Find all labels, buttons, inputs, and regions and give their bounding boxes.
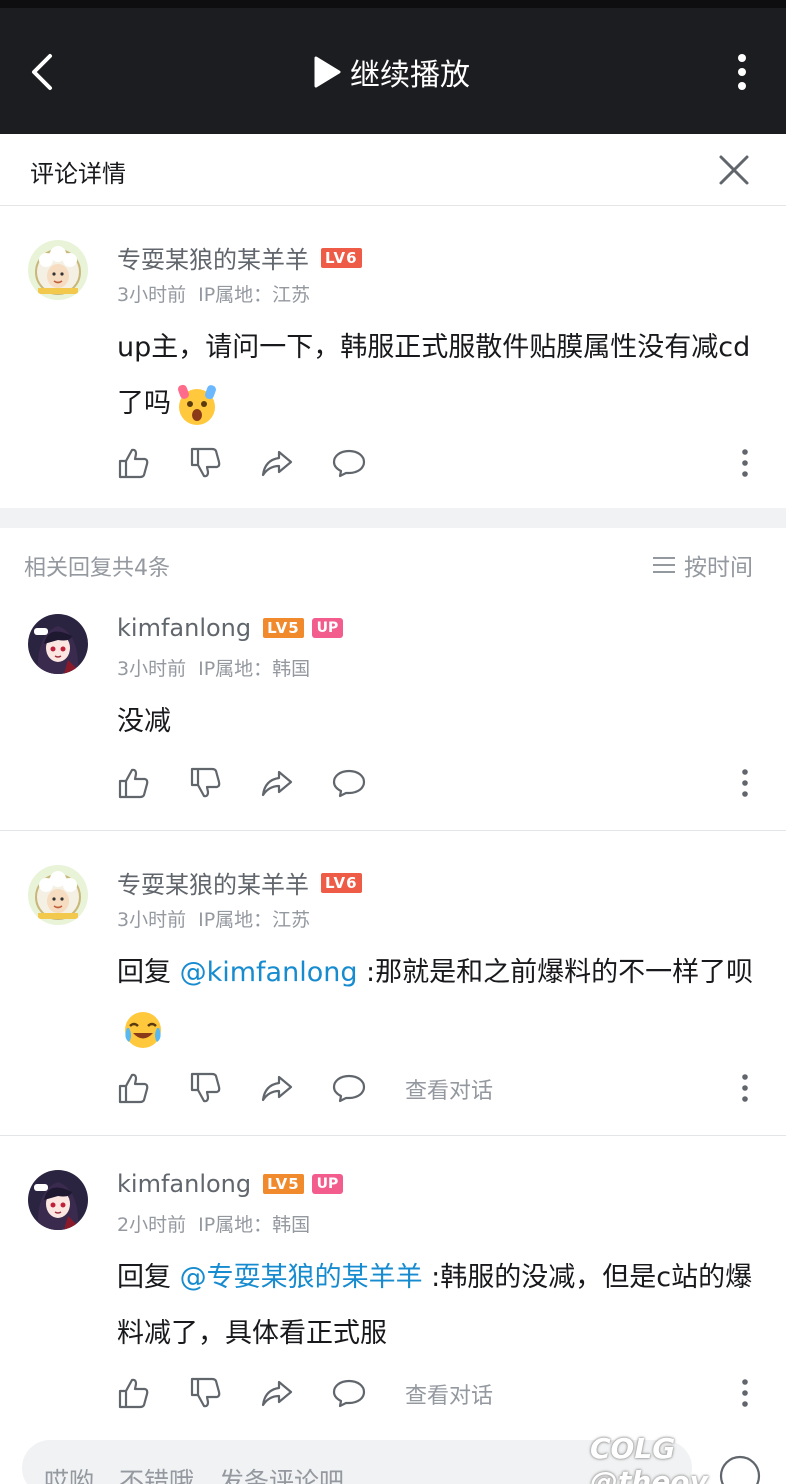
reply-prefix: 回复 [117,1262,180,1293]
sort-button[interactable]: 按时间 [652,548,753,582]
page-title: 评论详情 [30,160,126,188]
comment-time: 3小时前 [117,284,187,306]
replies-header: 相关回复共4条 按时间 [0,528,786,598]
level-badge: LV5 [263,1174,304,1194]
reply-item: kimfanlong LV5 UP 2小时前 IP属地：韩国 回复 @专耍某狼的某… [0,1136,786,1436]
play-icon [314,56,341,88]
like-icon[interactable] [117,1376,151,1410]
sort-icon [653,557,675,573]
dislike-icon[interactable] [189,1376,223,1410]
continue-play-label: 继续播放 [350,58,470,93]
reply-icon[interactable] [332,1376,366,1410]
comment-text: 没减 [117,694,757,750]
level-badge: LV6 [321,872,362,893]
like-icon[interactable] [117,446,151,480]
crying-laugh-emoji-icon [125,1011,161,1048]
avatar[interactable] [28,614,88,674]
view-conversation-link[interactable]: 查看对话 [405,1378,493,1410]
sort-label: 按时间 [684,555,753,581]
comment-time: 2小时前 [117,1214,187,1236]
username[interactable]: kimfanlong [117,614,251,642]
share-icon[interactable] [260,1376,294,1410]
back-icon[interactable] [22,48,66,96]
shocked-emoji-icon [177,384,216,425]
watermark: COLG @theoy [590,1432,708,1484]
comment-body: :那就是和之前爆料的不一样了呗 [357,957,754,988]
reply-item: 专耍某狼的某羊羊 LV6 3小时前 IP属地：江苏 回复 @kimfanlong … [0,831,786,1135]
more-icon[interactable] [735,766,755,800]
comment-text: 回复 @专耍某狼的某羊羊 :韩服的没减，但是c站的爆料减了，具体看正式服 [117,1250,757,1362]
share-icon[interactable] [260,1071,294,1105]
level-badge: LV6 [321,247,362,268]
comment-actions: 查看对话 [117,1071,777,1111]
reply-prefix: 回复 [117,957,180,988]
like-icon[interactable] [117,766,151,800]
section-divider [0,508,786,528]
ip-location: IP属地：韩国 [198,658,311,680]
up-badge: UP [311,618,344,638]
reply-count: 相关回复共4条 [24,556,170,581]
username[interactable]: 专耍某狼的某羊羊 [117,865,309,900]
reply-icon[interactable] [332,1071,366,1105]
ip-location: IP属地：江苏 [198,284,311,306]
reply-icon[interactable] [332,766,366,800]
more-icon[interactable] [735,1376,755,1410]
like-icon[interactable] [117,1071,151,1105]
avatar[interactable] [28,865,88,925]
comment-detail-header: 评论详情 [0,134,786,206]
username[interactable]: 专耍某狼的某羊羊 [117,240,309,275]
avatar[interactable] [28,240,88,300]
comment-text: 回复 @kimfanlong :那就是和之前爆料的不一样了呗 [117,945,757,1057]
comment-actions [117,766,777,806]
share-icon[interactable] [260,766,294,800]
avatar[interactable] [28,1170,88,1230]
more-icon[interactable] [735,446,755,480]
ip-location: IP属地：韩国 [198,1214,311,1236]
dislike-icon[interactable] [189,1071,223,1105]
ip-location: IP属地：江苏 [198,909,311,931]
mention-link[interactable]: @专耍某狼的某羊羊 [180,1262,423,1293]
input-placeholder: 哎哟，不错哦，发条评论吧 [44,1467,345,1484]
comment-time: 3小时前 [117,658,187,680]
dislike-icon[interactable] [189,446,223,480]
mention-link[interactable]: @kimfanlong [180,957,358,988]
continue-play-button[interactable]: 继续播放 [312,50,470,94]
share-icon[interactable] [260,446,294,480]
status-bar [0,0,786,8]
comment-body: 没减 [117,706,171,737]
video-top-bar: 继续播放 [0,0,786,134]
level-badge: LV5 [263,618,304,638]
up-badge: UP [311,1174,344,1194]
view-conversation-link[interactable]: 查看对话 [405,1073,493,1105]
username[interactable]: kimfanlong [117,1170,251,1198]
reply-icon[interactable] [332,446,366,480]
comment-actions: 查看对话 [117,1376,777,1416]
comment-actions [117,446,777,486]
main-comment: 专耍某狼的某羊羊 LV6 3小时前 IP属地：江苏 up主，请问一下，韩服正式服散… [0,206,786,508]
dislike-icon[interactable] [189,766,223,800]
more-vertical-icon[interactable] [724,50,760,94]
comment-text: up主，请问一下，韩服正式服散件贴膜属性没有减cd了吗 [117,320,757,432]
reply-item: kimfanlong LV5 UP 3小时前 IP属地：韩国 没减 [0,598,786,830]
more-icon[interactable] [735,1071,755,1105]
comment-time: 3小时前 [117,909,187,931]
close-icon[interactable] [714,150,754,190]
